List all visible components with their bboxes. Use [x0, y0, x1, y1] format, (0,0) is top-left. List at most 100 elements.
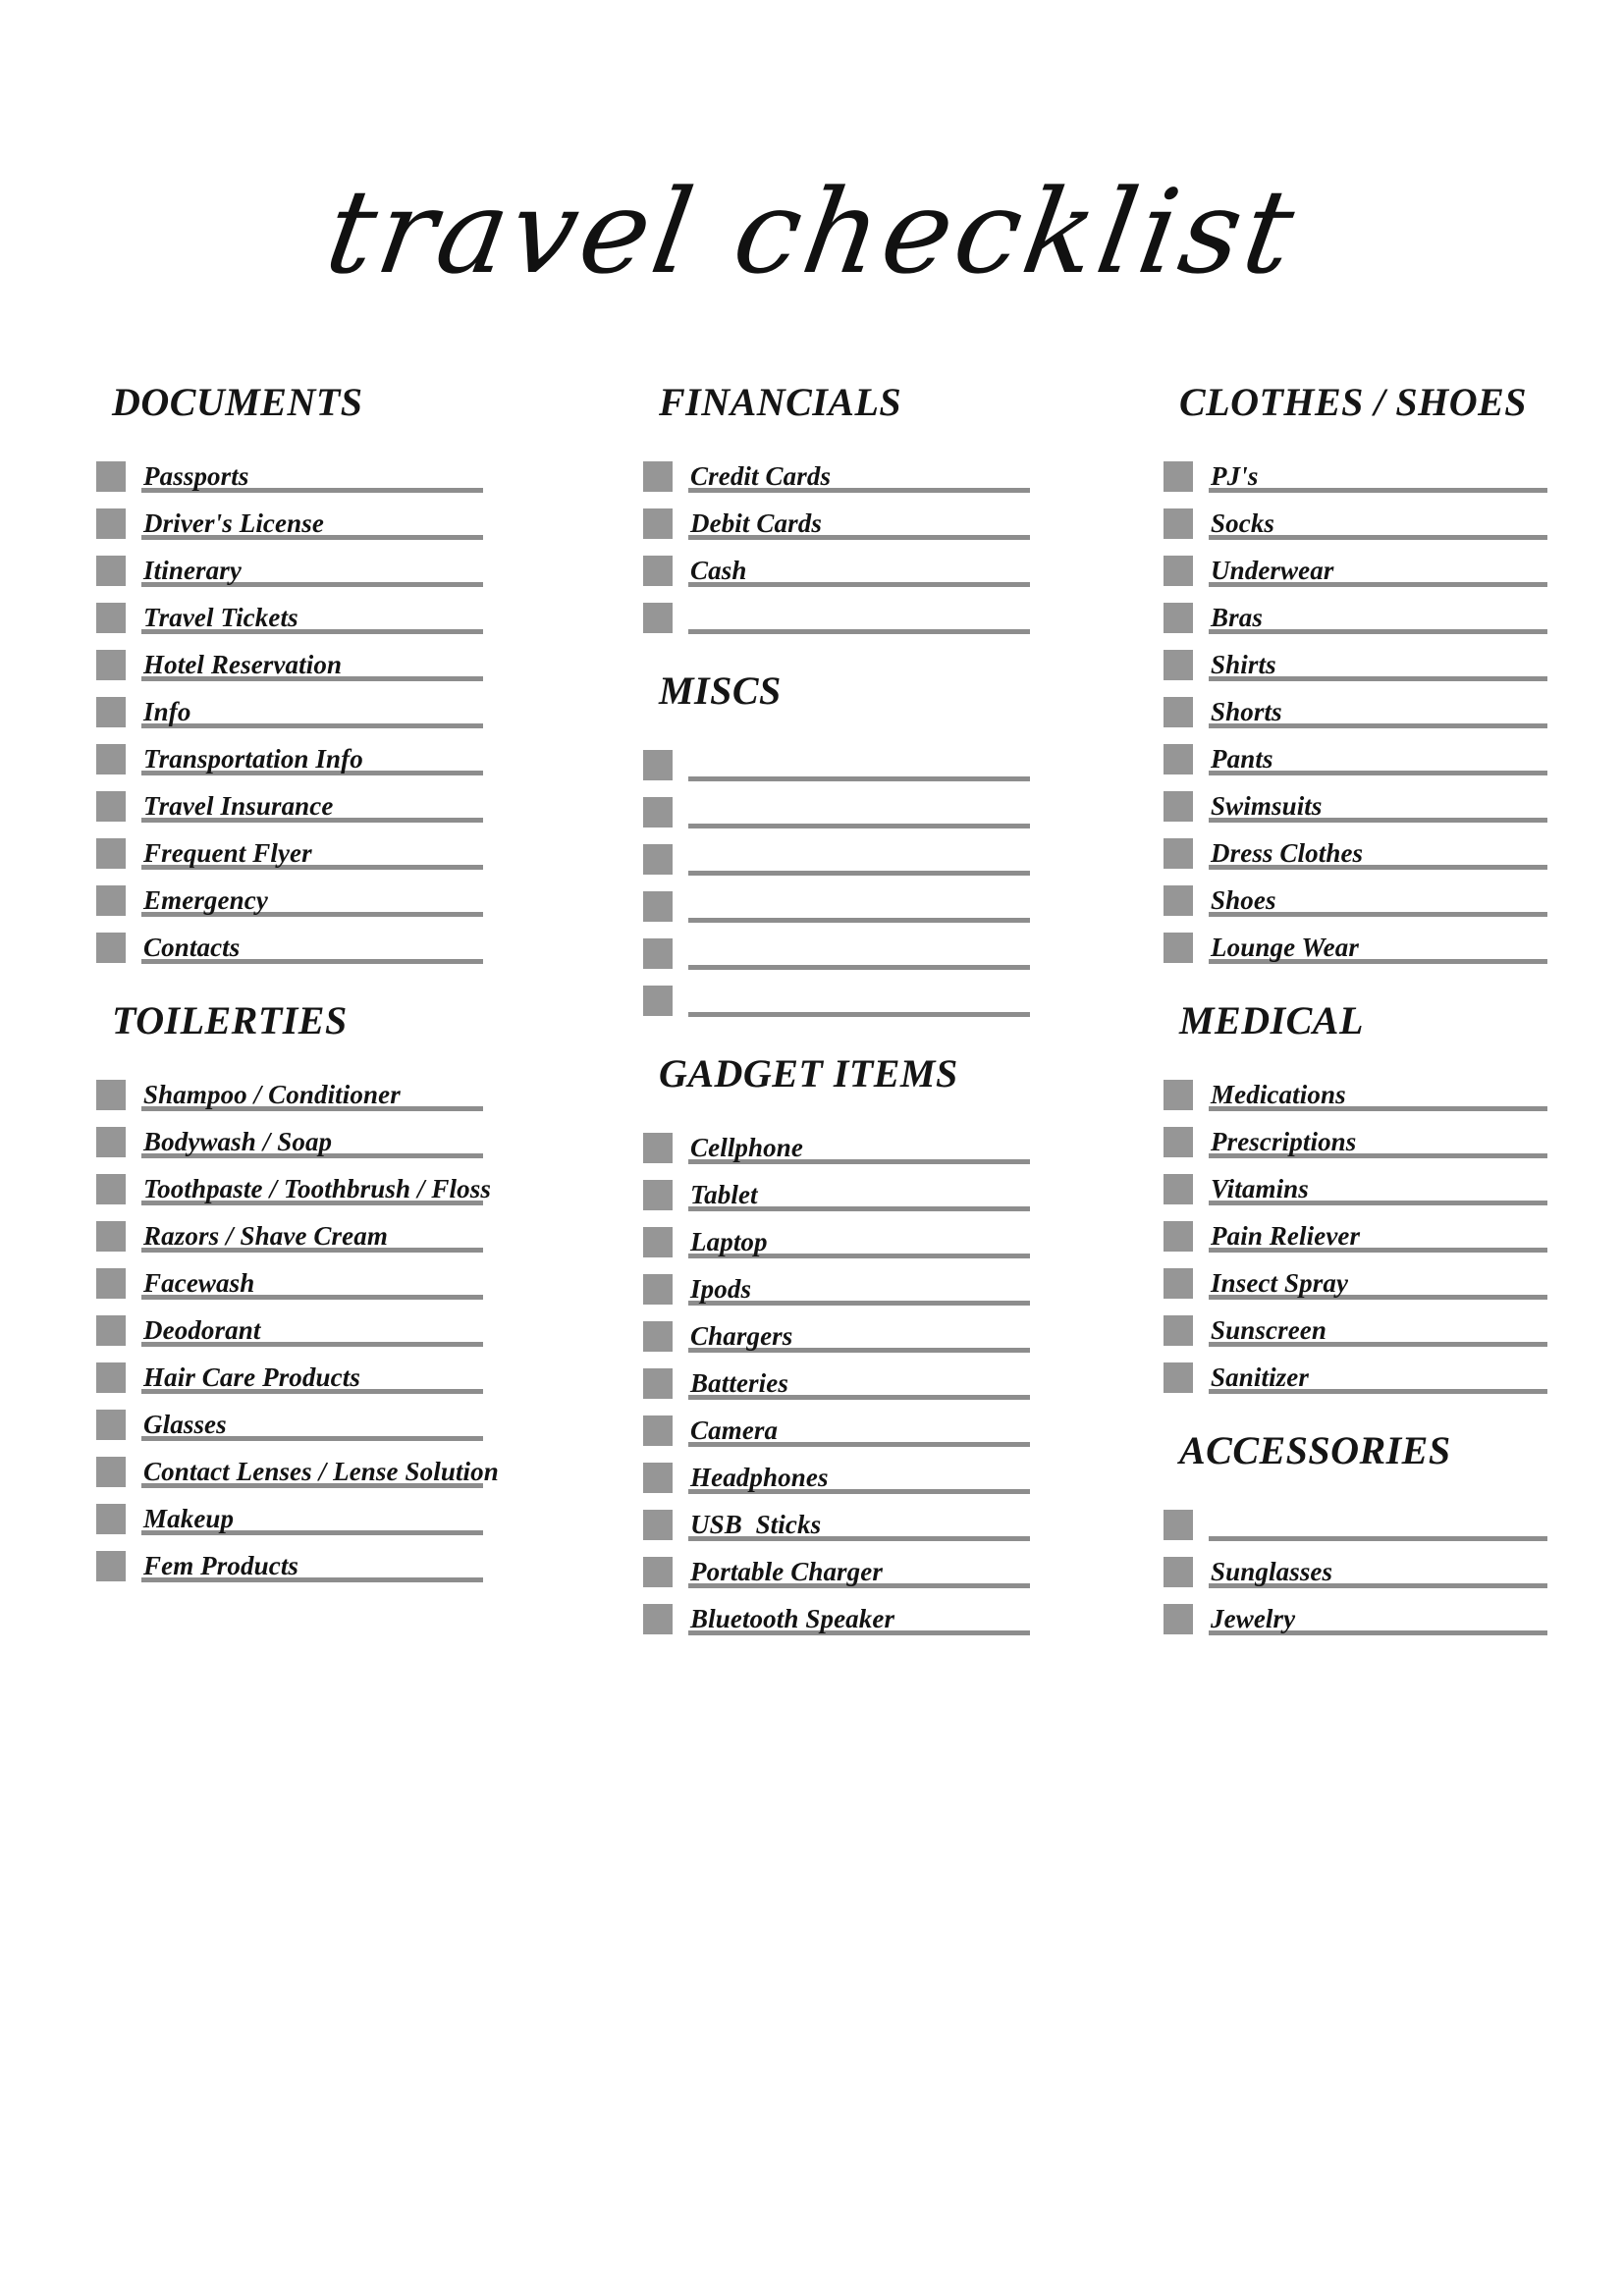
checkbox-icon[interactable] — [1164, 1315, 1193, 1346]
checklist-entry-field[interactable]: Pants — [1209, 738, 1547, 781]
checkbox-icon[interactable] — [643, 938, 673, 969]
checkbox-icon[interactable] — [643, 986, 673, 1016]
checkbox-icon[interactable] — [1164, 1080, 1193, 1110]
checklist-entry-field[interactable]: Sunscreen — [1209, 1309, 1547, 1353]
checklist-entry-field[interactable]: Headphones — [688, 1457, 1030, 1500]
checkbox-icon[interactable] — [96, 1457, 126, 1487]
checkbox-icon[interactable] — [96, 1127, 126, 1157]
checklist-entry-field[interactable] — [1209, 1504, 1547, 1547]
checkbox-icon[interactable] — [96, 697, 126, 727]
checkbox-icon[interactable] — [1164, 838, 1193, 869]
checkbox-icon[interactable] — [96, 1551, 126, 1581]
checkbox-icon[interactable] — [643, 1274, 673, 1305]
checkbox-icon[interactable] — [1164, 603, 1193, 633]
checkbox-icon[interactable] — [1164, 1557, 1193, 1587]
checklist-entry-field[interactable] — [688, 980, 1030, 1023]
checkbox-icon[interactable] — [1164, 791, 1193, 822]
checkbox-icon[interactable] — [96, 1410, 126, 1440]
checkbox-icon[interactable] — [643, 1557, 673, 1587]
checkbox-icon[interactable] — [96, 650, 126, 680]
checklist-entry-field[interactable]: Emergency — [141, 880, 483, 923]
checklist-entry-field[interactable]: Facewash — [141, 1262, 483, 1306]
checkbox-icon[interactable] — [96, 461, 126, 492]
checkbox-icon[interactable] — [1164, 933, 1193, 963]
checklist-entry-field[interactable]: Cash — [688, 550, 1030, 593]
checkbox-icon[interactable] — [96, 744, 126, 774]
checklist-entry-field[interactable]: Travel Tickets — [141, 597, 483, 640]
checklist-entry-field[interactable]: Sunglasses — [1209, 1551, 1547, 1594]
checklist-entry-field[interactable]: Ipods — [688, 1268, 1030, 1311]
checkbox-icon[interactable] — [96, 885, 126, 916]
checkbox-icon[interactable] — [643, 603, 673, 633]
checklist-entry-field[interactable]: Portable Charger — [688, 1551, 1030, 1594]
checklist-entry-field[interactable]: Driver's License — [141, 503, 483, 546]
checklist-entry-field[interactable] — [688, 838, 1030, 881]
checklist-entry-field[interactable]: Glasses — [141, 1404, 483, 1447]
checkbox-icon[interactable] — [643, 1604, 673, 1634]
checklist-entry-field[interactable] — [688, 744, 1030, 787]
checklist-entry-field[interactable]: Socks — [1209, 503, 1547, 546]
checkbox-icon[interactable] — [96, 556, 126, 586]
checklist-entry-field[interactable]: Laptop — [688, 1221, 1030, 1264]
checkbox-icon[interactable] — [96, 1362, 126, 1393]
checklist-entry-field[interactable]: Info — [141, 691, 483, 734]
checklist-entry-field[interactable]: Bodywash / Soap — [141, 1121, 483, 1164]
checklist-entry-field[interactable]: Contact Lenses / Lense Solution — [141, 1451, 499, 1494]
checklist-entry-field[interactable]: Shampoo / Conditioner — [141, 1074, 483, 1117]
checkbox-icon[interactable] — [1164, 1362, 1193, 1393]
checklist-entry-field[interactable]: Prescriptions — [1209, 1121, 1547, 1164]
checklist-entry-field[interactable]: Contacts — [141, 927, 483, 970]
checkbox-icon[interactable] — [1164, 885, 1193, 916]
checklist-entry-field[interactable]: Dress Clothes — [1209, 832, 1547, 876]
checkbox-icon[interactable] — [643, 1321, 673, 1352]
checkbox-icon[interactable] — [96, 508, 126, 539]
checkbox-icon[interactable] — [1164, 1510, 1193, 1540]
checklist-entry-field[interactable]: Shoes — [1209, 880, 1547, 923]
checkbox-icon[interactable] — [643, 750, 673, 780]
checkbox-icon[interactable] — [96, 1080, 126, 1110]
checkbox-icon[interactable] — [96, 1221, 126, 1252]
checkbox-icon[interactable] — [1164, 650, 1193, 680]
checklist-entry-field[interactable]: Razors / Shave Cream — [141, 1215, 483, 1258]
checkbox-icon[interactable] — [96, 1174, 126, 1204]
checkbox-icon[interactable] — [1164, 461, 1193, 492]
checkbox-icon[interactable] — [96, 1504, 126, 1534]
checkbox-icon[interactable] — [1164, 697, 1193, 727]
checklist-entry-field[interactable]: Passports — [141, 455, 483, 499]
checklist-entry-field[interactable]: Transportation Info — [141, 738, 483, 781]
checklist-entry-field[interactable]: Cellphone — [688, 1127, 1030, 1170]
checklist-entry-field[interactable] — [688, 597, 1030, 640]
checkbox-icon[interactable] — [96, 791, 126, 822]
checkbox-icon[interactable] — [643, 556, 673, 586]
checklist-entry-field[interactable]: USB Sticks — [688, 1504, 1030, 1547]
checkbox-icon[interactable] — [1164, 1221, 1193, 1252]
checkbox-icon[interactable] — [1164, 1268, 1193, 1299]
checklist-entry-field[interactable]: Bras — [1209, 597, 1547, 640]
checkbox-icon[interactable] — [1164, 1127, 1193, 1157]
checkbox-icon[interactable] — [1164, 1174, 1193, 1204]
checklist-entry-field[interactable]: Fem Products — [141, 1545, 483, 1588]
checkbox-icon[interactable] — [643, 1510, 673, 1540]
checklist-entry-field[interactable]: Underwear — [1209, 550, 1547, 593]
checklist-entry-field[interactable]: Frequent Flyer — [141, 832, 483, 876]
checklist-entry-field[interactable] — [688, 885, 1030, 929]
checklist-entry-field[interactable]: Vitamins — [1209, 1168, 1547, 1211]
checklist-entry-field[interactable]: Travel Insurance — [141, 785, 483, 828]
checkbox-icon[interactable] — [643, 1415, 673, 1446]
checkbox-icon[interactable] — [1164, 508, 1193, 539]
checkbox-icon[interactable] — [643, 844, 673, 875]
checklist-entry-field[interactable]: Hair Care Products — [141, 1357, 483, 1400]
checkbox-icon[interactable] — [643, 1463, 673, 1493]
checkbox-icon[interactable] — [643, 1368, 673, 1399]
checkbox-icon[interactable] — [643, 461, 673, 492]
checklist-entry-field[interactable]: Swimsuits — [1209, 785, 1547, 828]
checklist-entry-field[interactable]: Itinerary — [141, 550, 483, 593]
checklist-entry-field[interactable]: Makeup — [141, 1498, 483, 1541]
checkbox-icon[interactable] — [96, 933, 126, 963]
checklist-entry-field[interactable]: Debit Cards — [688, 503, 1030, 546]
checklist-entry-field[interactable]: Tablet — [688, 1174, 1030, 1217]
checkbox-icon[interactable] — [1164, 556, 1193, 586]
checklist-entry-field[interactable]: Lounge Wear — [1209, 927, 1547, 970]
checklist-entry-field[interactable]: Medications — [1209, 1074, 1547, 1117]
checklist-entry-field[interactable]: Credit Cards — [688, 455, 1030, 499]
